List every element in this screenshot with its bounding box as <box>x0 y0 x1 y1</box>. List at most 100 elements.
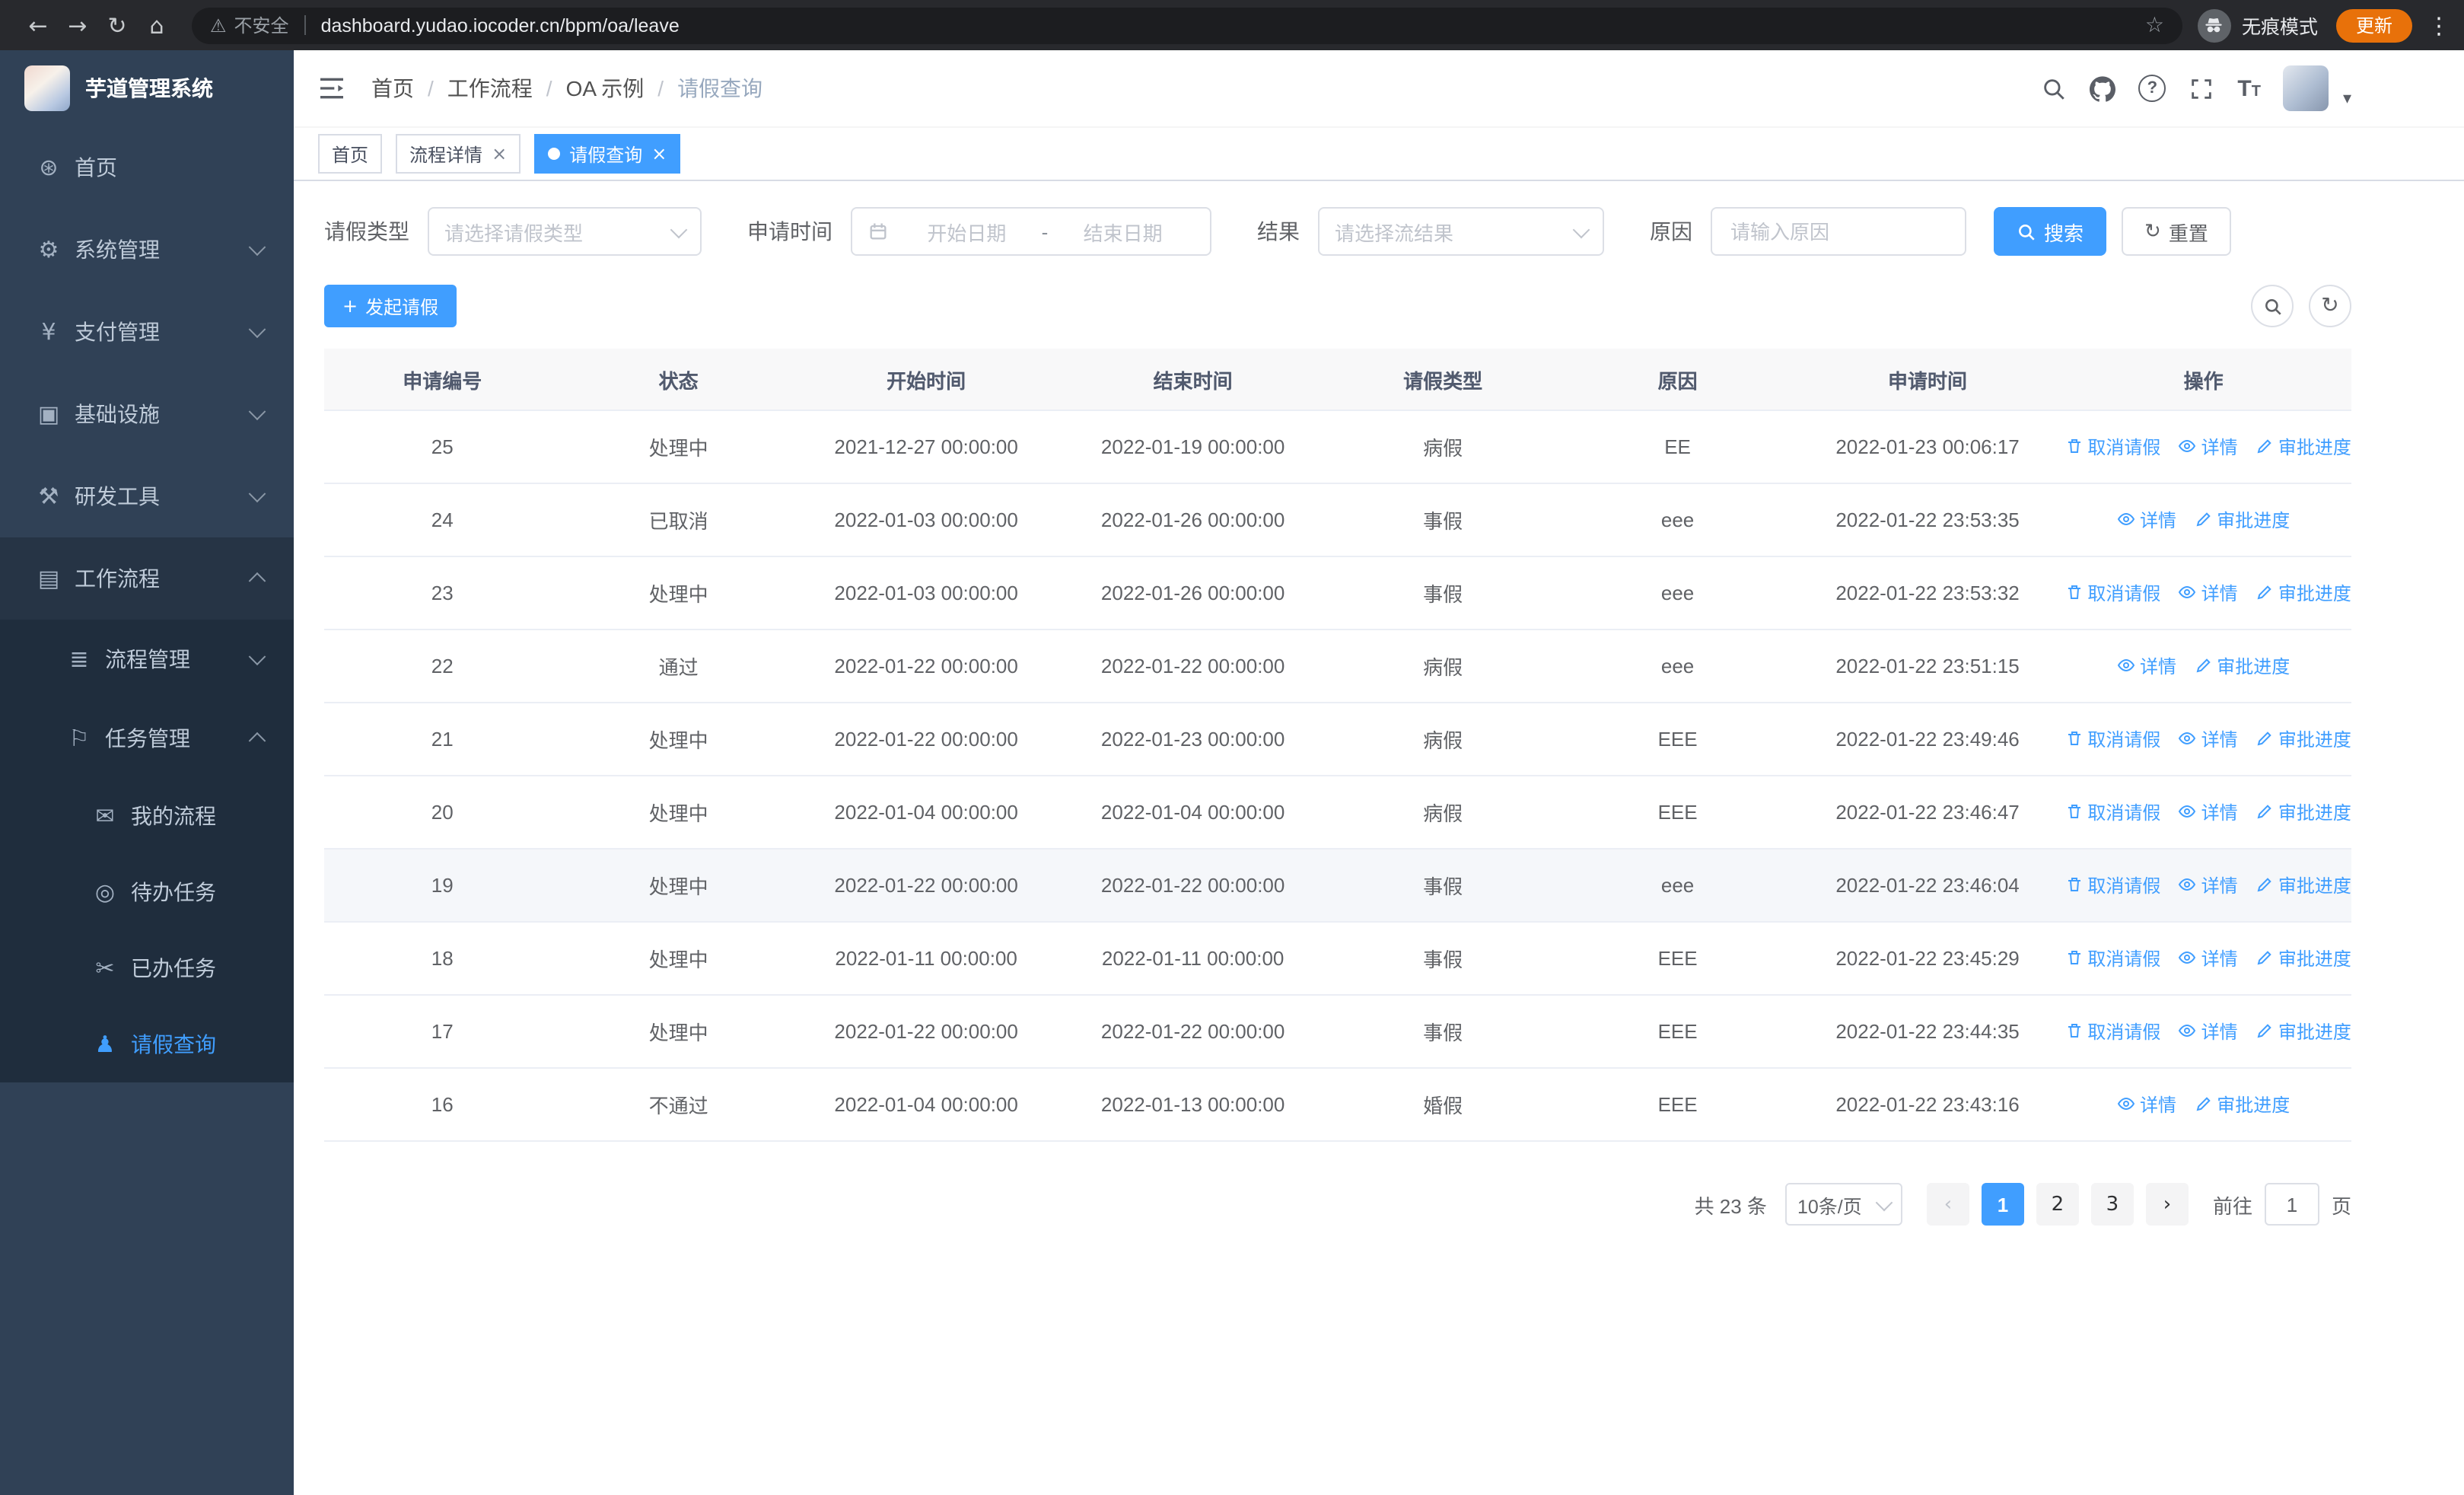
detail-link[interactable]: 详情 <box>2179 434 2238 460</box>
sidebar-item-my-process[interactable]: ✉ 我的流程 <box>0 778 294 854</box>
page-button-3[interactable]: 3 <box>2090 1183 2134 1226</box>
detail-link[interactable]: 详情 <box>2179 945 2238 971</box>
detail-link[interactable]: 详情 <box>2117 507 2176 533</box>
tab-process-detail[interactable]: 流程详情 × <box>396 134 521 174</box>
sidebar-collapse-icon[interactable] <box>317 73 347 104</box>
sidebar-item-devtools[interactable]: ⚒ 研发工具 <box>0 455 294 537</box>
approval-progress-link[interactable]: 审批进度 <box>2194 1092 2290 1117</box>
app-logo[interactable]: 芋道管理系统 <box>0 50 294 126</box>
sidebar-item-system[interactable]: ⚙ 系统管理 <box>0 209 294 291</box>
approval-progress-link[interactable]: 审批进度 <box>2255 580 2351 606</box>
date-range-picker[interactable]: 开始日期 - 结束日期 <box>851 207 1211 256</box>
refresh-icon: ↻ <box>2144 220 2161 243</box>
detail-link[interactable]: 详情 <box>2179 872 2238 898</box>
help-icon[interactable]: ? <box>2138 75 2166 102</box>
approval-progress-link[interactable]: 审批进度 <box>2255 945 2351 971</box>
toggle-search-button[interactable] <box>2251 285 2294 327</box>
omnibox-divider <box>304 15 306 35</box>
site-security-status[interactable]: ⚠ 不安全 <box>210 12 289 38</box>
col-apply-time: 申请时间 <box>1799 349 2056 411</box>
reason-label: 原因 <box>1650 219 1692 244</box>
caret-down-icon[interactable]: ▾ <box>2343 88 2351 111</box>
browser-menu-icon[interactable]: ⋮ <box>2427 11 2450 39</box>
sidebar-item-process-management[interactable]: ≣ 流程管理 <box>0 620 294 699</box>
start-date-input[interactable]: 开始日期 <box>895 217 1039 246</box>
close-icon[interactable]: × <box>651 143 667 164</box>
user-avatar[interactable] <box>2283 65 2329 111</box>
cancel-leave-link[interactable]: 取消请假 <box>2064 945 2160 971</box>
reason-input[interactable] <box>1711 207 1966 256</box>
cell-actions: 取消请假 详情 审批进度 <box>2055 995 2351 1069</box>
cell-actions: 取消请假 详情 审批进度 <box>2055 703 2351 776</box>
url-text: dashboard.yudao.iocoder.cn/bpm/oa/leave <box>320 14 680 36</box>
page-button-1[interactable]: 1 <box>1981 1183 2024 1226</box>
breadcrumb-home[interactable]: 首页 <box>371 73 414 104</box>
page-jumper: 前往 页 <box>2213 1183 2351 1226</box>
cancel-leave-link[interactable]: 取消请假 <box>2064 726 2160 752</box>
approval-progress-link[interactable]: 审批进度 <box>2255 799 2351 825</box>
sidebar-item-payment[interactable]: ¥ 支付管理 <box>0 291 294 373</box>
sidebar-item-label: 已办任务 <box>131 956 216 980</box>
sidebar-item-done-tasks[interactable]: ✂ 已办任务 <box>0 930 294 1006</box>
sidebar-item-leave-query[interactable]: ♟ 请假查询 <box>0 1006 294 1082</box>
table-row: 22 通过 2022-01-22 00:00:00 2022-01-22 00:… <box>324 630 2351 703</box>
detail-link[interactable]: 详情 <box>2179 580 2238 606</box>
approval-progress-link[interactable]: 审批进度 <box>2255 1018 2351 1044</box>
search-button[interactable]: 搜索 <box>1994 207 2107 256</box>
github-icon[interactable] <box>2090 75 2116 101</box>
cell-apply-time: 2022-01-22 23:43:16 <box>1799 1068 2056 1142</box>
approval-progress-link[interactable]: 审批进度 <box>2255 872 2351 898</box>
sidebar-item-home[interactable]: ⊛ 首页 <box>0 126 294 209</box>
cancel-leave-link[interactable]: 取消请假 <box>2064 580 2160 606</box>
detail-link[interactable]: 详情 <box>2179 726 2238 752</box>
detail-link[interactable]: 详情 <box>2179 1018 2238 1044</box>
tab-home[interactable]: 首页 <box>318 134 383 174</box>
cell-apply-time: 2022-01-22 23:44:35 <box>1799 995 2056 1069</box>
browser-forward-icon[interactable]: → <box>58 11 97 39</box>
browser-reload-icon[interactable]: ↻ <box>97 11 137 39</box>
cell-reason: EEE <box>1555 922 1800 996</box>
trash-icon <box>2068 805 2080 819</box>
reset-button[interactable]: ↻ 重置 <box>2122 207 2231 256</box>
browser-back-icon[interactable]: ← <box>18 11 58 39</box>
page-button-2[interactable]: 2 <box>2036 1183 2079 1226</box>
cell-end-time: 2022-01-19 00:00:00 <box>1055 410 1330 484</box>
browser-update-button[interactable]: 更新 <box>2335 8 2412 42</box>
sidebar-item-workflow[interactable]: ▤ 工作流程 <box>0 537 294 620</box>
browser-home-icon[interactable]: ⌂ <box>137 11 177 39</box>
result-select[interactable]: 请选择流结果 <box>1318 207 1604 256</box>
bookmark-star-icon[interactable]: ☆ <box>2145 13 2164 37</box>
detail-link[interactable]: 详情 <box>2179 799 2238 825</box>
approval-progress-link[interactable]: 审批进度 <box>2194 653 2290 679</box>
approval-progress-link[interactable]: 审批进度 <box>2255 434 2351 460</box>
tab-leave-query[interactable]: 请假查询 × <box>534 134 681 174</box>
detail-link[interactable]: 详情 <box>2117 653 2176 679</box>
close-icon[interactable]: × <box>492 143 507 164</box>
cancel-leave-link[interactable]: 取消请假 <box>2064 1018 2160 1044</box>
create-leave-button[interactable]: + 发起请假 <box>324 285 457 327</box>
page-size-select[interactable]: 10条/页 <box>1784 1183 1902 1226</box>
leave-type-select[interactable]: 请选择请假类型 <box>428 207 702 256</box>
font-size-icon[interactable]: TT <box>2237 75 2261 101</box>
cancel-leave-link[interactable]: 取消请假 <box>2064 872 2160 898</box>
sidebar-item-infrastructure[interactable]: ▣ 基础设施 <box>0 373 294 455</box>
cell-id: 16 <box>324 1068 561 1142</box>
fullscreen-icon[interactable] <box>2189 75 2214 101</box>
approval-progress-link[interactable]: 审批进度 <box>2255 726 2351 752</box>
approval-progress-link[interactable]: 审批进度 <box>2194 507 2290 533</box>
result-label: 结果 <box>1257 219 1300 244</box>
search-icon[interactable] <box>2041 75 2067 101</box>
detail-link[interactable]: 详情 <box>2117 1092 2176 1117</box>
cancel-leave-link[interactable]: 取消请假 <box>2064 799 2160 825</box>
dashboard-icon: ⊛ <box>39 154 59 181</box>
end-date-input[interactable]: 结束日期 <box>1051 217 1195 246</box>
refresh-table-button[interactable]: ↻ <box>2309 285 2351 327</box>
next-page-button[interactable]: › <box>2145 1183 2189 1226</box>
cell-apply-time: 2022-01-22 23:53:32 <box>1799 556 2056 630</box>
sidebar-item-todo-tasks[interactable]: ◎ 待办任务 <box>0 854 294 930</box>
address-bar[interactable]: ⚠ 不安全 dashboard.yudao.iocoder.cn/bpm/oa/… <box>192 7 2182 43</box>
cancel-leave-link[interactable]: 取消请假 <box>2064 434 2160 460</box>
prev-page-button[interactable]: ‹ <box>1926 1183 1969 1226</box>
sidebar-item-task-management[interactable]: ⚐ 任务管理 <box>0 699 294 778</box>
goto-page-input[interactable] <box>2264 1183 2319 1226</box>
